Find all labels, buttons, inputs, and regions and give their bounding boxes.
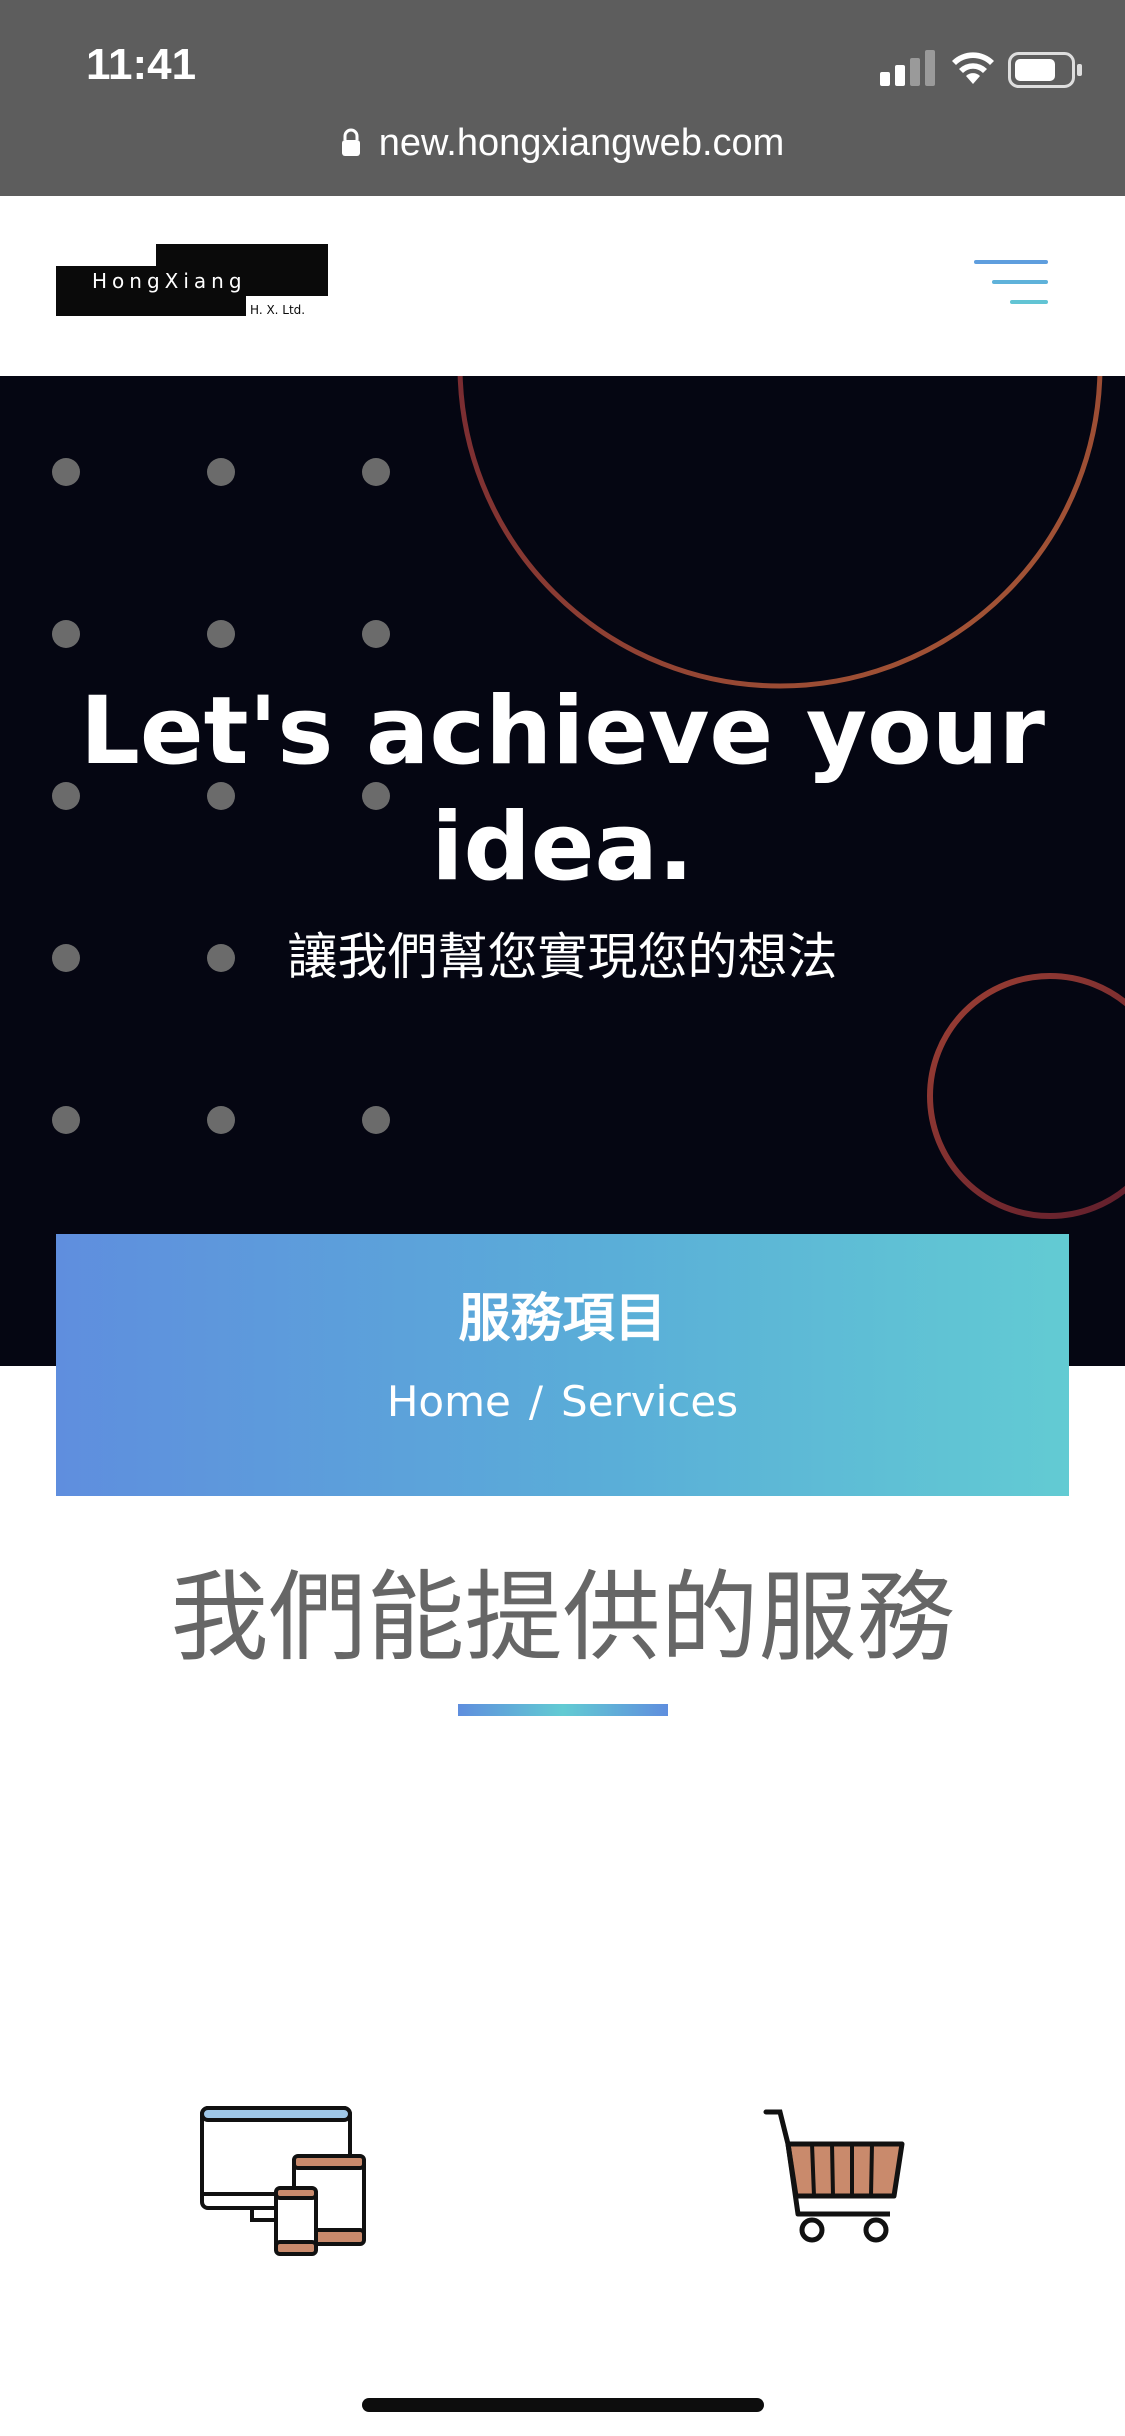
wifi-icon [952, 52, 994, 84]
browser-status-bar: 11:41 new.hongxiangweb.com [0, 0, 1125, 196]
hero-section: Let's achieve your idea. 讓我們幫您實現您的想法 [0, 376, 1125, 1366]
site-logo[interactable]: HongXiang H. X. Ltd. [56, 244, 328, 320]
svg-text:H. X. Ltd.: H. X. Ltd. [250, 303, 305, 317]
home-indicator[interactable] [362, 2398, 764, 2412]
breadcrumb-current: Services [561, 1377, 739, 1426]
breadcrumb-home-link[interactable]: Home [387, 1377, 511, 1426]
url-text: new.hongxiangweb.com [378, 122, 785, 164]
page-title-banner: 服務項目 Home / Services [56, 1234, 1069, 1496]
page-title: 服務項目 [458, 1289, 667, 1349]
breadcrumb: Home / Services [56, 1374, 1069, 1430]
status-time: 11:41 [86, 40, 197, 89]
breadcrumb-separator: / [528, 1377, 544, 1426]
battery-icon [1008, 52, 1082, 88]
address-bar[interactable]: new.hongxiangweb.com [0, 118, 1125, 168]
site-header: HongXiang H. X. Ltd. [0, 196, 1125, 376]
services-heading: 我們能提供的服務 [170, 1561, 955, 1675]
heading-underline [458, 1704, 668, 1716]
hero-subtitle: 讓我們幫您實現您的想法 [287, 928, 838, 986]
shopping-cart-icon [763, 2109, 905, 2243]
hero-title: Let's achieve your idea. [80, 677, 1045, 902]
signal-icon [880, 50, 935, 86]
hamburger-menu-icon[interactable] [974, 258, 1050, 306]
devices-icon [200, 2106, 366, 2256]
lock-icon [341, 128, 360, 156]
svg-text:HongXiang: HongXiang [92, 269, 247, 293]
